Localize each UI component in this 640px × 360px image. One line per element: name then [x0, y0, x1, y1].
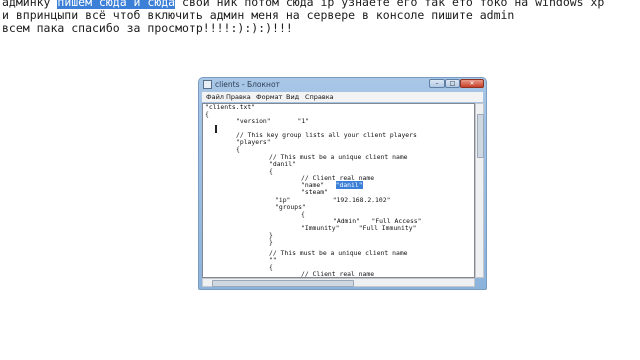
caption-line3: всем пака спасибо за просмотр!!!!:):):)!… — [2, 21, 293, 35]
horizontal-scrollbar[interactable] — [202, 278, 475, 287]
editor-line: // Client real name — [301, 270, 375, 278]
video-caption: админку пишем сюда и сюда свой ник потом… — [2, 0, 604, 35]
caption-line2: и впринцыпи всё чтоб включить админ меня… — [2, 8, 515, 22]
title-bar[interactable]: clients - Блокнот – □ ✕ — [199, 78, 486, 91]
maximize-button[interactable]: □ — [445, 79, 460, 88]
text-editor[interactable]: "clients.txt" { "version" "1" // This ke… — [202, 103, 475, 278]
menu-file[interactable]: Файл — [206, 92, 224, 102]
close-button[interactable]: ✕ — [460, 79, 484, 88]
editor-line: } — [269, 238, 273, 246]
mouse-cursor-icon — [215, 125, 217, 133]
menu-edit[interactable]: Правка — [226, 92, 251, 102]
editor-line: { — [236, 145, 240, 153]
editor-line: "version" "1" — [236, 117, 310, 125]
vertical-scroll-thumb[interactable] — [477, 114, 484, 158]
editor-line: { — [205, 110, 209, 118]
notepad-window[interactable]: clients - Блокнот – □ ✕ Файл Правка Форм… — [198, 77, 487, 290]
menu-format[interactable]: Формат — [256, 92, 282, 102]
editor-line: "Immunity" "Full Immunity" — [301, 224, 417, 232]
editor-line: // This must be a unique client name — [269, 249, 408, 257]
horizontal-scroll-thumb[interactable] — [212, 280, 354, 287]
editor-line: "clients.txt" — [205, 103, 256, 111]
window-title: clients - Блокнот — [215, 80, 280, 89]
editor-line: { — [269, 263, 273, 271]
selected-name-value: "danil" — [335, 181, 363, 189]
editor-line: "danil" — [269, 160, 296, 168]
editor-line: "steam" — [301, 188, 328, 196]
menu-help[interactable]: Справка — [305, 92, 334, 102]
vertical-scrollbar[interactable] — [475, 103, 484, 278]
minimize-button[interactable]: – — [429, 79, 445, 88]
menu-bar: Файл Правка Формат Вид Справка — [202, 92, 483, 102]
editor-line: "players" — [236, 138, 271, 146]
editor-line: { — [301, 210, 305, 218]
notepad-icon — [203, 80, 212, 89]
editor-line: { — [269, 167, 273, 175]
menu-view[interactable]: Вид — [286, 92, 299, 102]
